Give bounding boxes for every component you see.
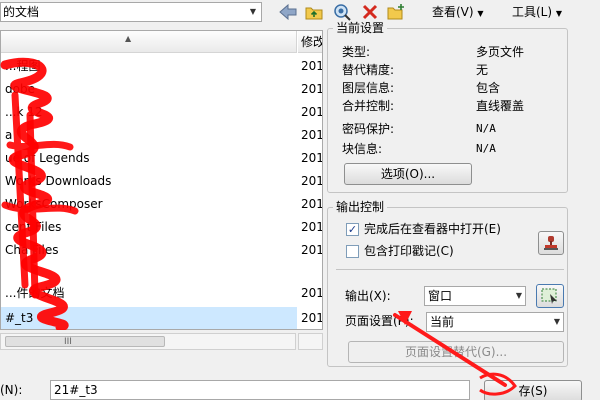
file-date: 201 <box>301 311 323 325</box>
file-row[interactable]: ...k 12 201 <box>1 101 323 124</box>
view-menu-label: 查看(V) <box>432 5 474 19</box>
file-date: 201 <box>301 174 323 188</box>
setting-value: 多页文件 <box>476 45 525 59</box>
options-button[interactable]: 选项(O)... <box>344 163 472 185</box>
setting-value: 直线覆盖 <box>476 99 525 113</box>
name-column-header[interactable]: ▲ <box>1 31 297 53</box>
setting-value: N/A <box>476 122 496 135</box>
file-row[interactable]: Cha Files 201 <box>1 239 323 262</box>
select-window-icon <box>541 288 557 304</box>
file-name: ...件的文档 <box>5 286 65 300</box>
file-row-selected[interactable]: #_t3 201 <box>1 307 323 329</box>
date-column-scrollbar[interactable] <box>298 333 323 350</box>
chevron-down-icon: ▼ <box>515 291 522 300</box>
chevron-down-icon: ▼ <box>477 9 484 18</box>
setting-label: 图层信息: <box>342 81 395 95</box>
filename-label: (N): <box>0 383 23 397</box>
file-name: ...程图 <box>5 59 41 73</box>
file-list[interactable]: ▲ 修改 ...程图 201 dobe 201 ...k 12 201 a 20… <box>0 30 323 330</box>
setting-label: 类型: <box>342 45 371 59</box>
file-date: 201 <box>301 59 323 73</box>
open-in-viewer-label[interactable]: 完成后在查看器中打开(E) <box>364 221 501 237</box>
file-row[interactable]: Works Downloads 201 <box>1 170 323 193</box>
open-in-viewer-checkbox[interactable]: ✓ <box>346 223 359 236</box>
page-setup-select[interactable]: 当前 ▼ <box>426 312 564 332</box>
toolbar: 的文档 ▼ 查看(V) ▼ 工具(L) ▼ <box>0 0 600 24</box>
file-name: ...k 12 <box>5 105 43 119</box>
location-text: 的文档 <box>3 5 40 19</box>
file-date: 201 <box>301 220 323 234</box>
output-select-value: 窗口 <box>428 289 453 303</box>
setting-label: 合并控制: <box>342 99 395 113</box>
date-header-label: 修改 <box>301 35 323 49</box>
tools-menu-label: 工具(L) <box>512 5 553 19</box>
file-date: 201 <box>301 197 323 211</box>
up-folder-icon[interactable] <box>304 2 324 22</box>
file-name: Works Downloads <box>5 174 112 188</box>
file-date: 201 <box>301 128 323 142</box>
file-row[interactable]: cent Files 201 <box>1 216 323 239</box>
scrollbar-thumb[interactable]: III <box>5 336 165 347</box>
horizontal-scrollbar[interactable]: III <box>0 333 296 350</box>
output-label: 输出(X): <box>345 289 391 303</box>
location-dropdown[interactable]: 的文档 ▼ <box>0 2 262 22</box>
sort-up-icon: ▲ <box>125 34 132 43</box>
chevron-down-icon[interactable]: ▼ <box>245 3 261 21</box>
tools-menu[interactable]: 工具(L) ▼ <box>512 3 562 21</box>
setting-value: N/A <box>476 142 496 155</box>
setting-value: 包含 <box>476 81 501 95</box>
setting-label: 块信息: <box>342 142 383 156</box>
chevron-down-icon: ▼ <box>555 9 563 18</box>
file-row[interactable]: a 201 <box>1 124 323 147</box>
file-name: ue of Legends <box>5 151 90 165</box>
chevron-down-icon: ▼ <box>553 317 560 326</box>
file-name: WorksComposer <box>5 197 103 211</box>
file-date: 201 <box>301 105 323 119</box>
file-date: 201 <box>301 151 323 165</box>
filename-input[interactable]: 21#_t3 <box>50 380 470 400</box>
output-select[interactable]: 窗口 ▼ <box>424 286 526 306</box>
view-menu[interactable]: 查看(V) ▼ <box>432 3 484 21</box>
scrollbar-grip: III <box>64 337 72 347</box>
save-button[interactable]: 存(S) <box>484 380 582 400</box>
file-name: a <box>5 128 13 142</box>
file-date: 201 <box>301 82 323 96</box>
date-column-header[interactable]: 修改 <box>298 31 323 53</box>
setting-value: 无 <box>476 63 489 77</box>
file-name: dobe <box>5 82 35 96</box>
output-control-title: 输出控制 <box>333 200 388 214</box>
delete-icon[interactable] <box>360 2 380 22</box>
file-row[interactable]: WorksComposer 201 <box>1 193 323 216</box>
file-row[interactable]: ue of Legends 201 <box>1 147 323 170</box>
file-date: 201 <box>301 286 323 300</box>
setting-label: 密码保护: <box>342 122 395 136</box>
file-row[interactable]: ...件的文档 201 <box>1 282 323 305</box>
file-name: #_t3 <box>1 307 297 329</box>
new-folder-icon[interactable] <box>386 2 406 22</box>
current-settings-title: 当前设置 <box>333 21 388 35</box>
file-row[interactable]: ...程图 201 <box>1 55 323 78</box>
stamp-icon <box>544 236 558 250</box>
stamp-settings-button[interactable] <box>538 231 564 255</box>
file-name: Cha Files <box>5 243 59 257</box>
page-setup-override-button[interactable]: 页面设置替代(G)... <box>348 341 564 363</box>
include-stamp-checkbox[interactable] <box>346 245 359 258</box>
setting-label: 替代精度: <box>342 63 395 77</box>
file-row[interactable]: dobe 201 <box>1 78 323 101</box>
file-date: 201 <box>301 243 323 257</box>
page-setup-select-value: 当前 <box>430 315 455 329</box>
divider <box>336 269 564 270</box>
include-stamp-label[interactable]: 包含打印戳记(C) <box>364 243 454 259</box>
search-web-icon[interactable] <box>332 2 352 22</box>
file-name: cent Files <box>5 220 62 234</box>
back-arrow-icon[interactable] <box>278 2 298 22</box>
window-select-button[interactable] <box>536 284 564 308</box>
page-setup-label: 页面设置(P): <box>345 314 414 328</box>
